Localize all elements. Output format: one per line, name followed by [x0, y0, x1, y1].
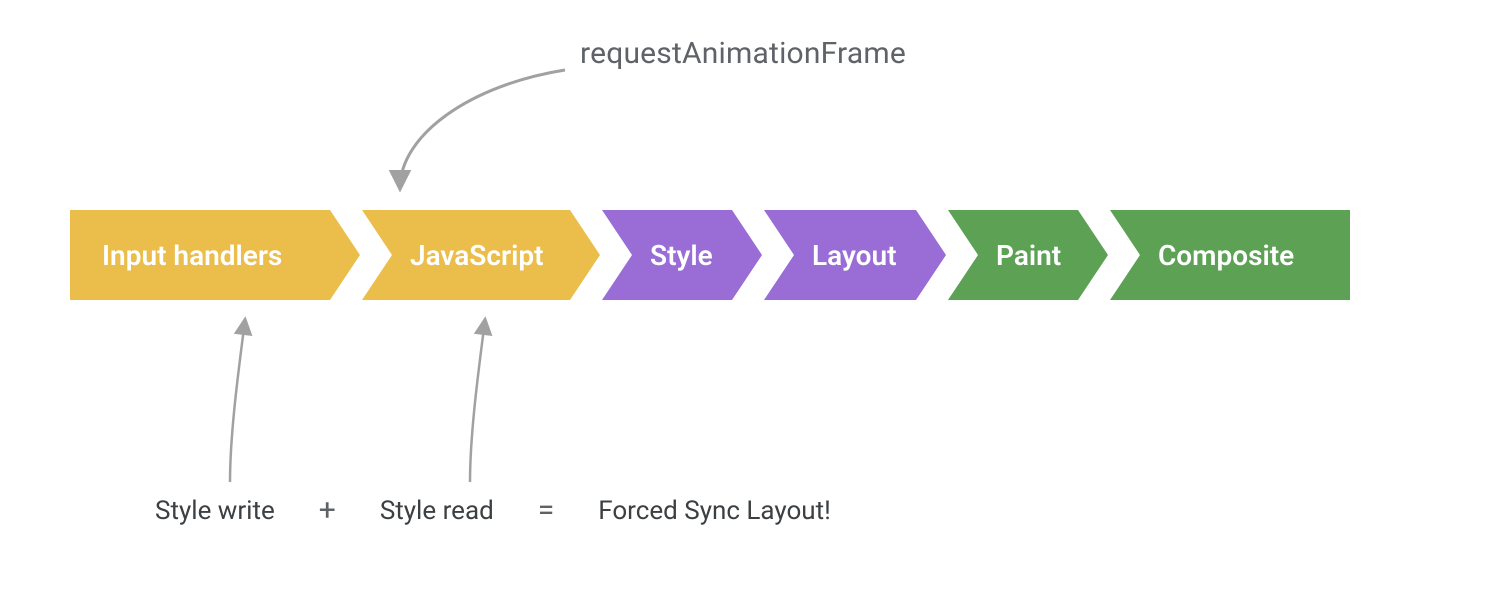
- arrow-style-read: [470, 320, 485, 482]
- eq-style-read: Style read: [380, 496, 494, 526]
- arrow-style-write: [230, 320, 245, 482]
- stage-label: Composite: [1110, 239, 1322, 272]
- pipeline-diagram: requestAnimationFrame Input handlers Java…: [0, 0, 1496, 605]
- raf-annotation: requestAnimationFrame: [580, 36, 906, 71]
- eq-equals: =: [538, 493, 554, 528]
- stage-style: Style: [602, 210, 762, 300]
- eq-result: Forced Sync Layout!: [598, 496, 831, 526]
- stage-input-handlers: Input handlers: [70, 210, 360, 300]
- stage-label: Paint: [948, 239, 1089, 272]
- stage-label: Input handlers: [70, 239, 310, 272]
- eq-style-write: Style write: [155, 496, 275, 526]
- equation-row: Style write + Style read = Forced Sync L…: [155, 493, 831, 528]
- stage-label: Layout: [764, 239, 925, 272]
- stage-composite: Composite: [1110, 210, 1350, 300]
- stage-paint: Paint: [948, 210, 1108, 300]
- stage-label: JavaScript: [362, 239, 572, 272]
- stage-layout: Layout: [764, 210, 946, 300]
- stage-label: Style: [602, 239, 741, 272]
- eq-plus: +: [319, 493, 336, 528]
- stage-javascript: JavaScript: [362, 210, 600, 300]
- arrow-raf: [400, 70, 565, 188]
- pipeline-row: Input handlers JavaScript Style Layout Paint…: [70, 210, 1352, 300]
